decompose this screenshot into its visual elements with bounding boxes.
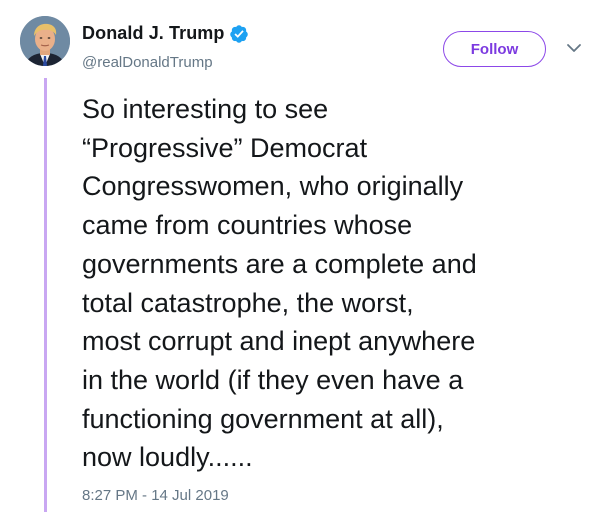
profile-photo-icon xyxy=(20,16,70,66)
author-handle[interactable]: @realDonaldTrump xyxy=(82,54,213,71)
thread-line xyxy=(44,78,47,512)
tweet-card: Donald J. Trump @realDonaldTrump Follow … xyxy=(0,0,593,512)
author-display-name[interactable]: Donald J. Trump xyxy=(82,23,225,44)
tweet-timestamp[interactable]: 8:27 PM - 14 Jul 2019 xyxy=(82,487,229,504)
verified-badge-icon xyxy=(229,24,248,43)
tweet-text: So interesting to see “Progressive” Demo… xyxy=(82,94,477,473)
avatar[interactable] xyxy=(20,16,70,66)
author-name-row: Donald J. Trump xyxy=(82,23,249,44)
chevron-down-icon[interactable] xyxy=(566,42,582,54)
follow-button[interactable]: Follow xyxy=(443,31,546,67)
